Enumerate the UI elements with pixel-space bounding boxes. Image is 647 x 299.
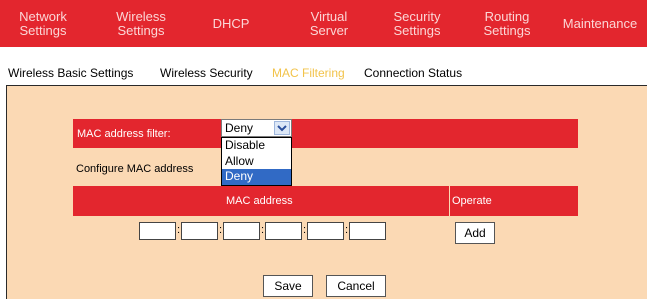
sub-navigation: Wireless Basic Settings Wireless Securit…	[0, 47, 647, 85]
nav-network-settings[interactable]: Network Settings	[0, 0, 86, 47]
mac-separator: :	[219, 224, 223, 236]
option-disable[interactable]: Disable	[222, 138, 291, 154]
subtab-wireless-security[interactable]: Wireless Security	[160, 66, 253, 80]
mac-octet-1-input[interactable]	[139, 222, 176, 240]
mac-filter-label: MAC address filter:	[77, 128, 171, 140]
nav-security-settings[interactable]: Security Settings	[375, 0, 459, 47]
configure-mac-label: Configure MAC address	[76, 163, 194, 175]
mac-separator: :	[261, 224, 265, 236]
nav-routing-settings[interactable]: Routing Settings	[465, 0, 549, 47]
subtab-mac-filtering[interactable]: MAC Filtering	[272, 66, 345, 80]
top-navigation: Network Settings Wireless Settings DHCP …	[0, 0, 647, 47]
mac-filter-selected-value: Deny	[225, 121, 254, 135]
option-deny[interactable]: Deny	[222, 169, 291, 185]
operate-column-label: Operate	[452, 195, 492, 207]
nav-dhcp[interactable]: DHCP	[196, 0, 266, 47]
mac-separator: :	[303, 224, 307, 236]
mac-separator: :	[177, 224, 181, 236]
nav-wireless-settings[interactable]: Wireless Settings	[98, 0, 184, 47]
mac-octet-4-input[interactable]	[265, 222, 302, 240]
subtab-wireless-basic-settings[interactable]: Wireless Basic Settings	[8, 66, 133, 80]
add-button[interactable]: Add	[455, 222, 495, 244]
subtab-connection-status[interactable]: Connection Status	[364, 66, 462, 80]
save-button[interactable]: Save	[263, 275, 313, 297]
chevron-down-icon[interactable]	[274, 121, 290, 135]
option-allow[interactable]: Allow	[222, 154, 291, 170]
mac-octet-6-input[interactable]	[349, 222, 386, 240]
mac-octet-5-input[interactable]	[307, 222, 344, 240]
nav-virtual-server[interactable]: Virtual Server	[290, 0, 368, 47]
cancel-button[interactable]: Cancel	[326, 275, 386, 297]
mac-separator: :	[345, 224, 349, 236]
mac-filter-dropdown: Disable Allow Deny	[221, 137, 292, 186]
mac-octet-2-input[interactable]	[181, 222, 218, 240]
mac-address-column-label: MAC address	[226, 195, 293, 207]
mac-octet-3-input[interactable]	[223, 222, 260, 240]
nav-maintenance[interactable]: Maintenance	[553, 0, 647, 47]
mac-filter-select[interactable]: Deny	[221, 119, 292, 137]
